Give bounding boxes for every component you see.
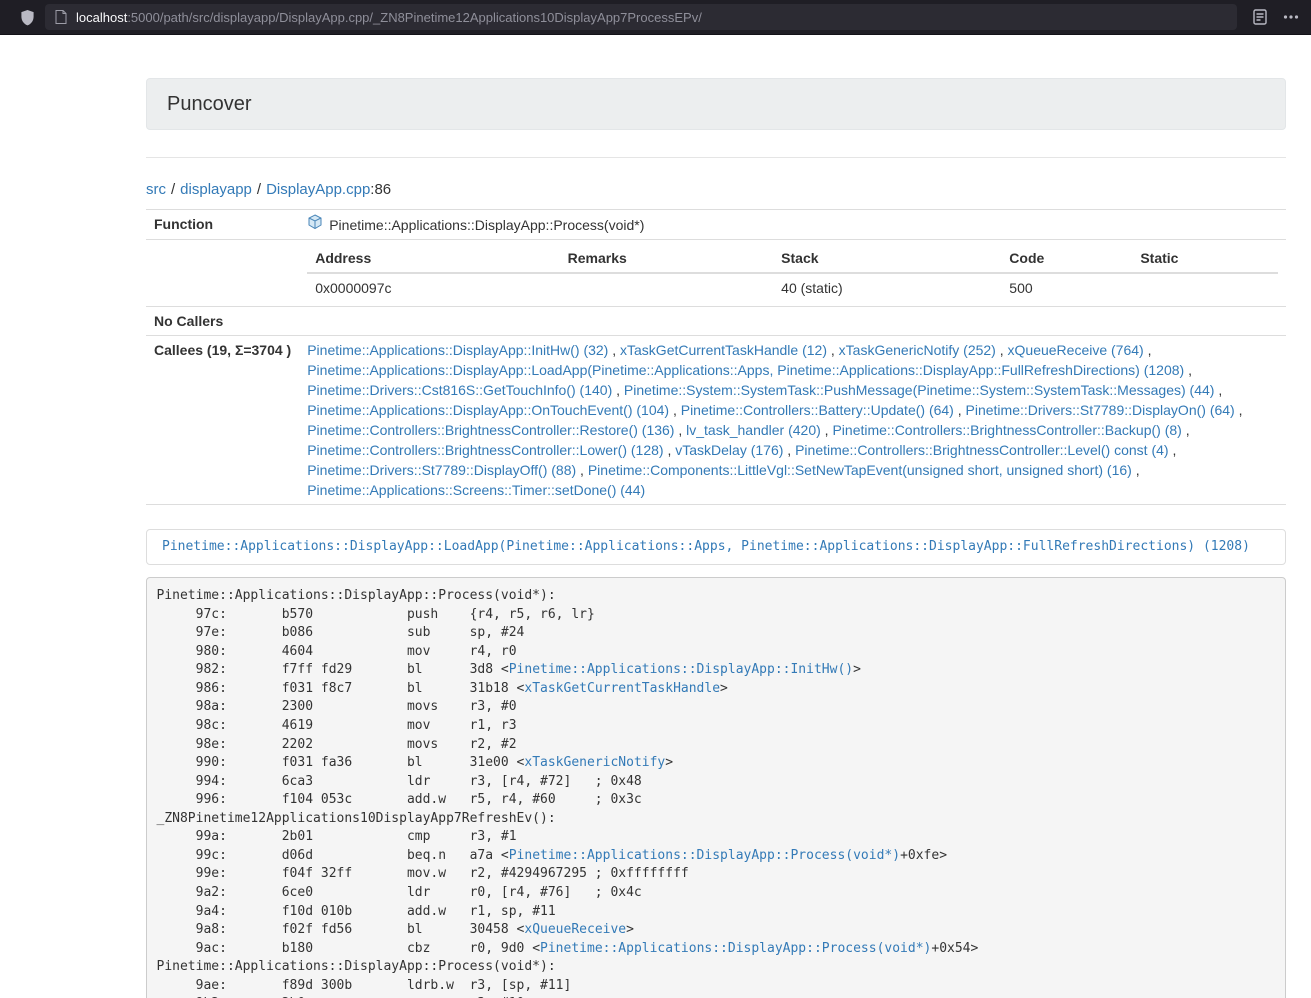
callees-list: Pinetime::Applications::DisplayApp::Init… [299, 336, 1286, 505]
callee-separator: , [669, 402, 681, 418]
stats-header-remarks: Remarks [560, 244, 774, 273]
callee-link[interactable]: vTaskDelay (176) [675, 442, 783, 458]
code-symbol-link[interactable]: Pinetime::Applications::DisplayApp::Proc… [509, 848, 900, 863]
no-callers-row: No Callers [146, 307, 1286, 336]
breadcrumb-line-number: :86 [370, 181, 391, 198]
code-symbol-link[interactable]: xTaskGetCurrentTaskHandle [524, 681, 720, 696]
callee-link[interactable]: xTaskGetCurrentTaskHandle (12) [620, 342, 827, 358]
callee-separator: , [783, 442, 795, 458]
content-container: Puncover src / displayapp / DisplayApp.cpp:8… [146, 78, 1286, 998]
callee-separator: , [674, 422, 686, 438]
breadcrumb: src / displayapp / DisplayApp.cpp:86 [146, 180, 1286, 200]
callee-link[interactable]: lv_task_handler (420) [686, 422, 821, 438]
function-label: Function [146, 210, 299, 240]
callee-separator: , [664, 442, 676, 458]
callee-separator: , [954, 402, 966, 418]
callee-link[interactable]: Pinetime::Controllers::BrightnessControl… [795, 442, 1168, 458]
stats-address-value: 0x0000097c [307, 273, 559, 302]
stats-header-address: Address [307, 244, 559, 273]
app-header: Puncover [146, 78, 1286, 130]
callee-separator: , [827, 342, 839, 358]
function-icon [307, 214, 323, 235]
breadcrumb-src[interactable]: src [146, 181, 166, 198]
callee-link[interactable]: Pinetime::Applications::DisplayApp::Init… [307, 342, 608, 358]
callee-link[interactable]: Pinetime::Applications::Screens::Timer::… [307, 482, 645, 498]
page-title: Puncover [167, 93, 252, 116]
callee-separator: , [1214, 382, 1222, 398]
callee-link[interactable]: xQueueReceive (764) [1008, 342, 1144, 358]
function-stats-table: Address Remarks Stack Code Static 0x0000… [307, 244, 1278, 302]
breadcrumb-separator: / [171, 181, 175, 198]
callee-link[interactable]: Pinetime::Controllers::BrightnessControl… [307, 442, 663, 458]
stats-code-value: 500 [1001, 273, 1132, 302]
stats-header-row: Address Remarks Stack Code Static [307, 244, 1278, 273]
stats-header-static: Static [1132, 244, 1278, 273]
page-info-icon[interactable] [55, 10, 67, 24]
url-text: localhost:5000/path/src/displayapp/Displ… [76, 10, 702, 25]
stats-stack-value: 40 (static) [773, 273, 1001, 302]
callee-link[interactable]: xTaskGenericNotify (252) [839, 342, 996, 358]
overflow-menu-icon[interactable] [1283, 15, 1299, 19]
callee-link[interactable]: Pinetime::Controllers::BrightnessControl… [832, 422, 1181, 438]
callee-link[interactable]: Pinetime::Controllers::BrightnessControl… [307, 422, 674, 438]
browser-chrome: localhost:5000/path/src/displayapp/Displ… [0, 0, 1311, 35]
page: Puncover src / displayapp / DisplayApp.cpp:8… [0, 35, 1311, 998]
callee-separator: , [1182, 422, 1190, 438]
code-symbol-link[interactable]: Pinetime::Applications::DisplayApp::Proc… [540, 941, 931, 956]
selected-symbol-box: Pinetime::Applications::DisplayApp::Load… [146, 529, 1286, 565]
stats-value-row: 0x0000097c 40 (static) 500 [307, 273, 1278, 302]
function-row: Function Pinetime::Applications::Display… [146, 210, 1286, 240]
callee-separator: , [1144, 342, 1152, 358]
url-path: :5000/path/src/displayapp/DisplayApp.cpp… [127, 10, 702, 25]
selected-symbol-link[interactable]: Pinetime::Applications::DisplayApp::Load… [162, 539, 1250, 554]
code-symbol-link[interactable]: Pinetime::Applications::DisplayApp::Init… [509, 662, 853, 677]
callee-link[interactable]: Pinetime::Drivers::St7789::DisplayOff() … [307, 462, 576, 478]
stats-outer-row: Address Remarks Stack Code Static 0x0000… [146, 240, 1286, 307]
callee-separator: , [996, 342, 1008, 358]
callee-link[interactable]: Pinetime::Applications::DisplayApp::OnTo… [307, 402, 669, 418]
function-name: Pinetime::Applications::DisplayApp::Proc… [329, 215, 644, 235]
code-symbol-link[interactable]: xQueueReceive [524, 922, 626, 937]
stats-static-value [1132, 273, 1278, 302]
callee-link[interactable]: Pinetime::Drivers::St7789::DisplayOn() (… [966, 402, 1235, 418]
reader-mode-icon[interactable] [1253, 9, 1267, 25]
callee-link[interactable]: Pinetime::Drivers::Cst816S::GetTouchInfo… [307, 382, 612, 398]
stats-header-code: Code [1001, 244, 1132, 273]
callee-separator: , [1169, 442, 1177, 458]
callee-separator: , [608, 342, 620, 358]
callees-label: Callees (19, Σ=3704 ) [146, 336, 299, 505]
callee-link[interactable]: Pinetime::Components::LittleVgl::SetNewT… [588, 462, 1132, 478]
code-symbol-link[interactable]: xTaskGenericNotify [524, 755, 665, 770]
breadcrumb-displayapp[interactable]: displayapp [180, 181, 252, 198]
url-bar[interactable]: localhost:5000/path/src/displayapp/Displ… [45, 4, 1237, 30]
callee-separator: , [1132, 462, 1140, 478]
tracking-protection-shield-icon[interactable] [20, 9, 35, 26]
breadcrumb-separator: / [257, 181, 261, 198]
callee-separator: , [1184, 362, 1192, 378]
callee-link[interactable]: Pinetime::System::SystemTask::PushMessag… [624, 382, 1215, 398]
callee-separator: , [1235, 402, 1243, 418]
no-callers-label: No Callers [146, 307, 299, 336]
disassembly-code: Pinetime::Applications::DisplayApp::Proc… [146, 577, 1286, 998]
url-host: localhost [76, 10, 127, 25]
callee-link[interactable]: Pinetime::Controllers::Battery::Update()… [681, 402, 954, 418]
callees-row: Callees (19, Σ=3704 ) Pinetime::Applicat… [146, 336, 1286, 505]
callee-separator: , [612, 382, 624, 398]
breadcrumb-file[interactable]: DisplayApp.cpp [266, 181, 370, 198]
function-table: Function Pinetime::Applications::Display… [146, 209, 1286, 505]
callee-separator: , [576, 462, 588, 478]
callee-separator: , [821, 422, 833, 438]
stats-header-stack: Stack [773, 244, 1001, 273]
stats-remarks-value [560, 273, 774, 302]
callee-link[interactable]: Pinetime::Applications::DisplayApp::Load… [307, 362, 1184, 378]
divider [146, 157, 1286, 158]
